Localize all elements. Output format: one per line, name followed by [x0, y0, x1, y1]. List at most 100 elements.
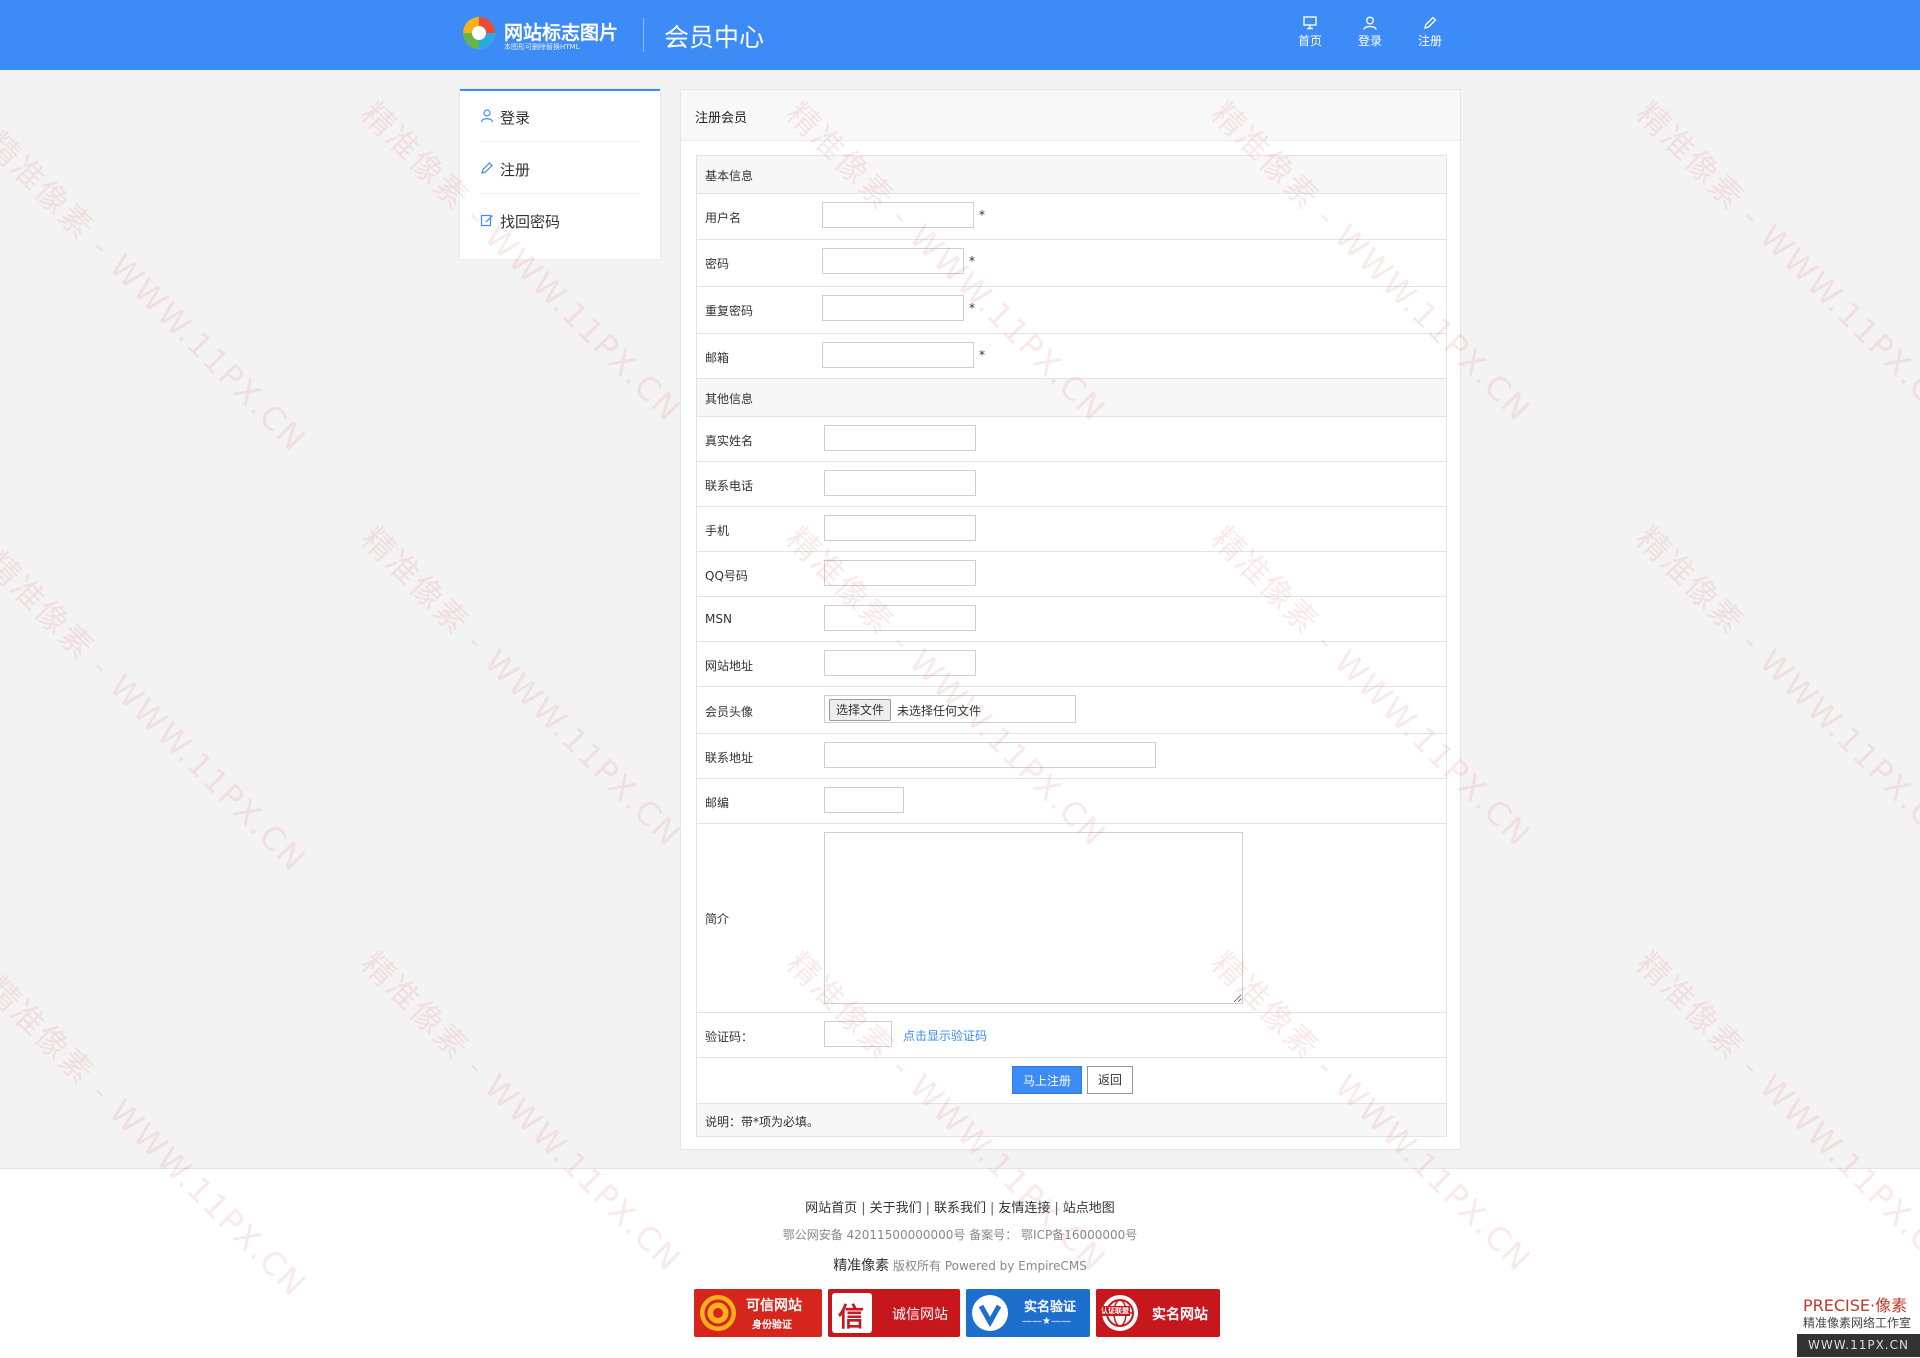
form-row-phone: 联系电话: [697, 462, 1446, 507]
repeat-password-input[interactable]: [822, 295, 964, 321]
website-label: 网站地址: [705, 659, 754, 673]
avatar-file-input[interactable]: 选择文件 未选择任何文件: [824, 695, 1076, 723]
msn-input[interactable]: [824, 605, 976, 631]
form-row-zip: 邮编: [697, 779, 1446, 824]
register-form: 基本信息 用户名 * 密码 * 重复密码 * 邮箱 * 其他信息 真实姓名 联系…: [696, 155, 1447, 1137]
intro-label: 简介: [705, 912, 730, 926]
footer-link-home[interactable]: 网站首页: [805, 1201, 857, 1216]
register-panel: 注册会员 基本信息 用户名 * 密码 * 重复密码 * 邮箱 * 其他信息 真实…: [680, 89, 1461, 1150]
badge-seal-label: 认证联盟: [1100, 1306, 1130, 1316]
sidebar-item-register[interactable]: 注册: [480, 143, 640, 194]
copyright-text: 版权所有 Powered by EmpireCMS: [889, 1259, 1087, 1273]
sidebar-item-find-password[interactable]: 找回密码: [480, 195, 640, 245]
form-row-email: 邮箱 *: [697, 334, 1446, 379]
form-row-msn: MSN: [697, 597, 1446, 642]
phone-label: 联系电话: [705, 479, 754, 493]
top-header: 网站标志图片 本图形可删除替换HTML 会员中心 首页 登录 注册: [0, 0, 1920, 70]
form-row-actions: 马上注册 返回: [697, 1058, 1446, 1104]
register-submit-button[interactable]: 马上注册: [1012, 1066, 1082, 1094]
username-label: 用户名: [705, 211, 742, 225]
realname-input[interactable]: [824, 425, 976, 451]
form-row-captcha: 验证码： 点击显示验证码: [697, 1013, 1446, 1058]
mobile-input[interactable]: [824, 515, 976, 541]
form-row-avatar: 会员头像 选择文件 未选择任何文件: [697, 687, 1446, 734]
badge-line1: 诚信网站: [892, 1307, 948, 1323]
badge-integrity-site[interactable]: 信 诚信网站: [828, 1289, 960, 1337]
address-input[interactable]: [824, 742, 1156, 768]
link-separator: |: [1054, 1201, 1059, 1216]
site-logo[interactable]: 网站标志图片 本图形可删除替换HTML: [462, 14, 622, 58]
verified-v-icon: [972, 1295, 1008, 1331]
nav-login-label: 登录: [1357, 34, 1382, 48]
password-label: 密码: [705, 257, 730, 271]
watermark-text: 精准像素 - WWW.11PX.CN: [1628, 519, 1920, 855]
badge-realname-verify[interactable]: 实名验证 ——★——: [966, 1289, 1090, 1337]
username-input[interactable]: [822, 202, 974, 228]
required-mark: *: [969, 254, 975, 268]
pencil-icon: [1424, 16, 1437, 29]
badge-line1: 可信网站: [746, 1298, 802, 1314]
footer-link-contact[interactable]: 联系我们: [934, 1201, 986, 1216]
required-mark: *: [969, 301, 975, 315]
password-input[interactable]: [822, 248, 964, 274]
zip-label: 邮编: [705, 796, 730, 810]
watermark-text: 精准像素 - WWW.11PX.CN: [0, 124, 314, 460]
badge-seal-text: 信: [838, 1303, 865, 1333]
show-captcha-link[interactable]: 点击显示验证码: [903, 1027, 987, 1044]
edit-icon: [480, 214, 493, 227]
pencil-icon: [481, 162, 493, 174]
section-title: 基本信息: [705, 169, 754, 183]
required-mark: *: [979, 348, 985, 362]
badge-realname-site[interactable]: 认证联盟 实名网站: [1096, 1289, 1220, 1337]
watermark-text: 精准像素 - WWW.11PX.CN: [353, 519, 689, 855]
user-icon: [1363, 16, 1377, 30]
realname-label: 真实姓名: [705, 434, 754, 448]
footer-link-friends[interactable]: 友情连接: [998, 1201, 1050, 1216]
required-mark: *: [979, 208, 985, 222]
brand-url: WWW.11PX.CN: [1797, 1334, 1920, 1357]
link-separator: |: [925, 1201, 930, 1216]
back-button[interactable]: 返回: [1087, 1066, 1133, 1094]
captcha-input[interactable]: [824, 1021, 892, 1047]
form-row-mobile: 手机: [697, 507, 1446, 552]
brand-top: PRECISE·像素: [1803, 1296, 1908, 1315]
link-separator: |: [990, 1201, 995, 1216]
msn-label: MSN: [705, 612, 732, 626]
sidebar-item-label: 登录: [500, 109, 531, 127]
footer-icp: 鄂公网安备 42011500000000号 备案号： 鄂ICP备16000000…: [782, 1228, 1138, 1242]
badge-trusted-site[interactable]: 可信网站 身份验证: [694, 1289, 822, 1337]
form-row-realname: 真实姓名: [697, 417, 1446, 462]
nav-login[interactable]: 登录: [1345, 16, 1395, 56]
form-row-username: 用户名 *: [697, 194, 1446, 240]
nav-register[interactable]: 注册: [1405, 16, 1455, 56]
section-other-info: 其他信息: [697, 379, 1446, 417]
badge-line1: 实名网站: [1152, 1307, 1208, 1323]
qq-input[interactable]: [824, 560, 976, 586]
watermark-brand: PRECISE·像素 精准像素网络工作室 WWW.11PX.CN: [1797, 1290, 1920, 1357]
email-input[interactable]: [822, 342, 974, 368]
sidebar-item-label: 找回密码: [500, 213, 561, 231]
nav-home[interactable]: 首页: [1285, 16, 1335, 56]
header-divider: [643, 18, 644, 52]
logo-icon: [463, 17, 495, 49]
section-basic-info: 基本信息: [697, 156, 1446, 194]
form-note-row: 说明：带*项为必填。: [697, 1104, 1446, 1136]
captcha-label: 验证码：: [705, 1030, 754, 1044]
footer-link-sitemap[interactable]: 站点地图: [1063, 1201, 1115, 1216]
panel-title: 注册会员: [695, 111, 748, 126]
trusted-seal-icon: [700, 1295, 736, 1331]
website-input[interactable]: [824, 650, 976, 676]
site-title: 会员中心: [664, 23, 765, 52]
sidebar-item-login[interactable]: 登录: [480, 91, 640, 142]
qq-label: QQ号码: [705, 569, 748, 583]
badge-line1: 实名验证: [1024, 1300, 1077, 1315]
footer-link-about[interactable]: 关于我们: [870, 1201, 922, 1216]
intro-textarea[interactable]: [824, 832, 1243, 1004]
zip-input[interactable]: [824, 787, 904, 813]
form-row-password: 密码 *: [697, 240, 1446, 287]
choose-file-button[interactable]: 选择文件: [829, 699, 892, 721]
badge-line2: 身份验证: [752, 1320, 792, 1331]
phone-input[interactable]: [824, 470, 976, 496]
form-row-repeat-password: 重复密码 *: [697, 287, 1446, 334]
form-note: 说明：带*项为必填。: [705, 1115, 820, 1129]
